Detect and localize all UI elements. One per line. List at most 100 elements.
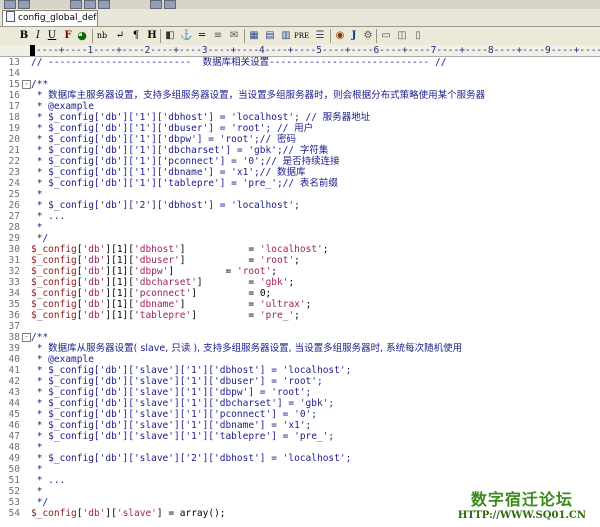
code-text: $_config['db'][1]['pconnect'] = 0; (31, 288, 272, 299)
split-icon[interactable]: ▯ (412, 29, 424, 43)
code-line[interactable]: 36 $_config['db'][1]['tablepre'] = 'pre_'… (0, 310, 600, 321)
code-line[interactable]: 15-/** (0, 79, 600, 90)
table-row-icon[interactable]: ▤ (264, 29, 276, 43)
code-line[interactable]: 48 * (0, 442, 600, 453)
code-line[interactable]: 37 (0, 321, 600, 332)
code-text: /** (31, 79, 49, 90)
paste-icon[interactable] (164, 0, 176, 9)
horizontal-rule-button[interactable]: ═ (196, 29, 208, 43)
save-icon[interactable] (70, 0, 82, 9)
line-number: 50 (8, 464, 20, 475)
code-line[interactable]: 35 $_config['db'][1]['dbname'] = 'ultrax'… (0, 299, 600, 310)
line-number: 24 (8, 178, 20, 189)
save-all-icon[interactable] (84, 0, 96, 9)
new-file-icon[interactable] (4, 0, 16, 9)
code-text: $_config['db']['slave'] = array(); (31, 508, 226, 519)
code-text: * @example (31, 354, 94, 365)
code-line[interactable]: 23 * $_config['db']['1']['dbname'] = 'x1… (0, 167, 600, 178)
code-text: * $_config['db']['slave']['1']['tablepre… (31, 431, 335, 442)
code-line[interactable]: 29 */ (0, 233, 600, 244)
copy-icon[interactable] (150, 0, 162, 9)
italic-button[interactable]: I (32, 29, 44, 43)
paragraph-button[interactable]: ¶ (130, 29, 142, 43)
settings-icon[interactable]: ⚙ (362, 29, 374, 43)
code-line[interactable]: 38-/** (0, 332, 600, 343)
align-icon[interactable]: ≡ (212, 29, 224, 43)
code-line[interactable]: 42 * $_config['db']['slave']['1']['dbuse… (0, 376, 600, 387)
fold-toggle-icon[interactable]: - (22, 333, 31, 342)
code-line[interactable]: 21 * $_config['db']['1']['dbcharset'] = … (0, 145, 600, 156)
code-text: * (31, 189, 43, 200)
code-line[interactable]: 43 * $_config['db']['slave']['1']['dbpw'… (0, 387, 600, 398)
code-line[interactable]: 47 * $_config['db']['slave']['1']['table… (0, 431, 600, 442)
code-text: * $_config['db']['slave']['1']['dbuser']… (31, 376, 323, 387)
open-file-icon[interactable] (18, 0, 30, 9)
code-line[interactable]: 19 * $_config['db']['1']['dbuser'] = 'ro… (0, 123, 600, 134)
line-number: 30 (8, 244, 20, 255)
bold-button[interactable]: B (18, 29, 30, 43)
code-line[interactable]: 49 * $_config['db']['slave']['2']['dbhos… (0, 453, 600, 464)
line-break-button[interactable]: ↵ (114, 29, 126, 43)
window-icon[interactable]: ▭ (380, 29, 392, 43)
line-number: 18 (8, 112, 20, 123)
email-icon[interactable]: ✉ (228, 29, 240, 43)
underline-button[interactable]: U (46, 29, 58, 43)
heading-button[interactable]: H (146, 29, 158, 43)
code-line[interactable]: 41 * $_config['db']['slave']['1']['dbhos… (0, 365, 600, 376)
line-number: 34 (8, 288, 20, 299)
code-line[interactable]: 33 $_config['db'][1]['dbcharset'] = 'gbk'… (0, 277, 600, 288)
function-button[interactable]: F (62, 29, 74, 43)
code-line[interactable]: 46 * $_config['db']['slave']['1']['dbnam… (0, 420, 600, 431)
nbsp-button[interactable]: nb (96, 29, 108, 43)
line-number: 14 (8, 68, 20, 79)
code-line[interactable]: 39 * 数据库从服务器设置( slave, 只读 ), 支持多组服务器设置, … (0, 343, 600, 354)
code-text: * 数据库从服务器设置( slave, 只读 ), 支持多组服务器设置, 当设置… (31, 343, 463, 354)
line-number: 53 (8, 497, 20, 508)
html-toolbar: B I U F ◕ nb ↵ ¶ H ◧ ⚓ ═ ≡ ✉ ▦ ▤ ▥ PRE ☰… (0, 27, 600, 46)
code-line[interactable]: 27 * ... (0, 211, 600, 222)
code-text: * $_config['db']['1']['pconnect'] = '0';… (31, 156, 340, 167)
code-line[interactable]: 13 // ------------------------- 数据库相关设置--… (0, 57, 600, 68)
code-text: */ (31, 233, 49, 244)
code-line[interactable]: 14 (0, 68, 600, 79)
fold-toggle-icon[interactable]: - (22, 80, 31, 89)
code-text: $_config['db'][1]['dbpw'] = 'root'; (31, 266, 278, 277)
code-line[interactable]: 16 * 数据库主服务器设置，支持多组服务器设置，当设置多组服务器时，则会根据分… (0, 90, 600, 101)
line-number: 19 (8, 123, 20, 134)
color-icon[interactable]: ◕ (76, 29, 88, 43)
code-line[interactable]: 50 * (0, 464, 600, 475)
file-tab[interactable]: config_global_defa (2, 10, 98, 26)
code-editor[interactable]: 13 // ------------------------- 数据库相关设置--… (0, 57, 600, 527)
code-line[interactable]: 18 * $_config['db']['1']['dbhost'] = 'lo… (0, 112, 600, 123)
code-line[interactable]: 44 * $_config['db']['slave']['1']['dbcha… (0, 398, 600, 409)
code-line[interactable]: 31 $_config['db'][1]['dbuser'] = 'root'; (0, 255, 600, 266)
code-line[interactable]: 26 * $_config['db']['2']['dbhost'] = 'lo… (0, 200, 600, 211)
image-icon[interactable]: ◧ (164, 29, 176, 43)
code-line[interactable]: 20 * $_config['db']['1']['dbpw'] = 'root… (0, 134, 600, 145)
code-line[interactable]: 22 * $_config['db']['1']['pconnect'] = '… (0, 156, 600, 167)
browser-preview-icon[interactable]: ◉ (334, 29, 346, 43)
list-icon[interactable]: ☰ (314, 29, 326, 43)
file-tab-bar: config_global_defa (0, 9, 600, 27)
code-line[interactable]: 25 * (0, 189, 600, 200)
code-line[interactable]: 28 * (0, 222, 600, 233)
line-number: 49 (8, 453, 20, 464)
code-line[interactable]: 40 * @example (0, 354, 600, 365)
anchor-button[interactable]: ⚓ (180, 29, 192, 43)
layer-icon[interactable]: ◫ (396, 29, 408, 43)
print-icon[interactable] (98, 0, 110, 9)
code-line[interactable]: 51 * ... (0, 475, 600, 486)
code-text: * $_config['db']['1']['dbcharset'] = 'gb… (31, 145, 329, 156)
table-button[interactable]: ▦ (248, 29, 260, 43)
code-line[interactable]: 45 * $_config['db']['slave']['1']['pconn… (0, 409, 600, 420)
code-line[interactable]: 32 $_config['db'][1]['dbpw'] = 'root'; (0, 266, 600, 277)
preformat-button[interactable]: PRE (294, 29, 309, 43)
code-line[interactable]: 34 $_config['db'][1]['pconnect'] = 0; (0, 288, 600, 299)
code-line[interactable]: 30 $_config['db'][1]['dbhost'] = 'localho… (0, 244, 600, 255)
code-line[interactable]: 24 * $_config['db']['1']['tablepre'] = '… (0, 178, 600, 189)
code-text: $_config['db'][1]['dbcharset'] = 'gbk'; (31, 277, 295, 288)
table-cell-icon[interactable]: ▥ (280, 29, 292, 43)
javascript-button[interactable]: J (348, 29, 360, 43)
code-text: */ (31, 497, 49, 508)
code-line[interactable]: 17 * @example (0, 101, 600, 112)
